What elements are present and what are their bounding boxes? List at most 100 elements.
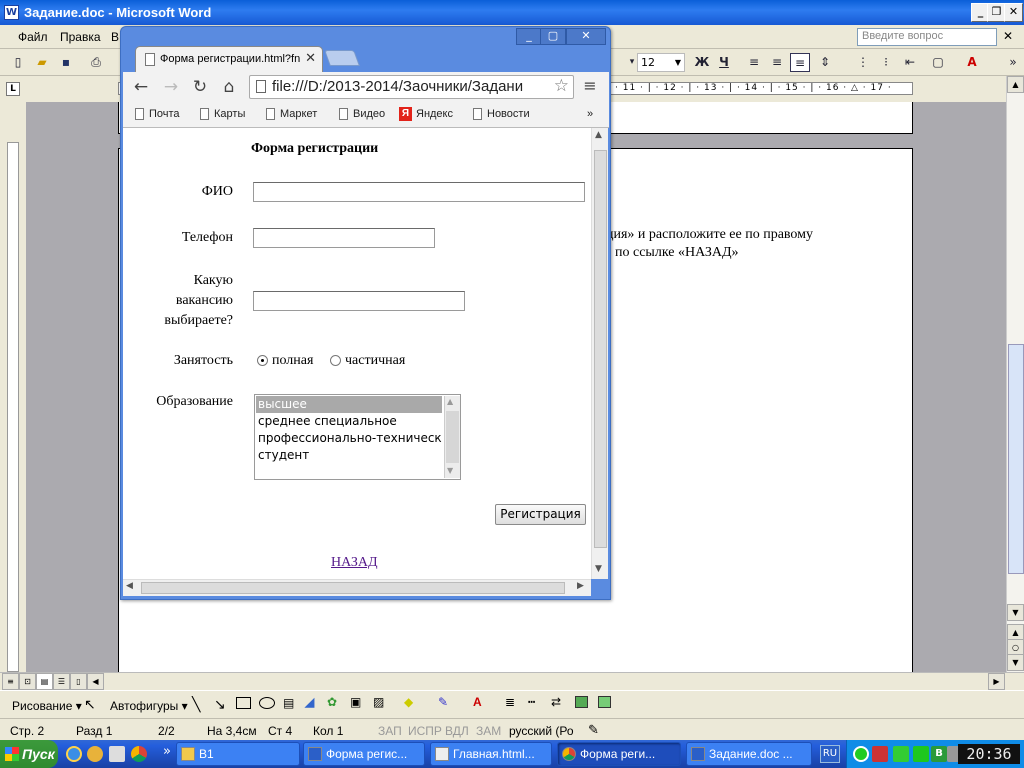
back-arrow-icon[interactable]: ← xyxy=(130,76,152,98)
status-track[interactable]: ИСПР xyxy=(408,724,442,738)
bookmark-item[interactable]: Карты xyxy=(200,108,245,120)
toolbar-options-icon[interactable]: » xyxy=(1003,53,1023,72)
listbox-scroll-thumb[interactable] xyxy=(446,411,459,463)
close-button[interactable]: ✕ xyxy=(1004,3,1023,22)
address-bar[interactable]: file:///D:/2013-2014/Заочники/Задани ☆ xyxy=(249,75,574,99)
tab-close-icon[interactable]: ✕ xyxy=(305,51,316,66)
wordart-icon[interactable]: ◢ xyxy=(305,695,314,709)
status-extend[interactable]: ВДЛ xyxy=(445,724,469,738)
menu-file[interactable]: Файл xyxy=(18,30,48,44)
listbox-scroll-up-icon[interactable]: ▲ xyxy=(447,397,453,406)
web-view-icon[interactable]: ⊡ xyxy=(19,673,36,690)
bookmark-item[interactable]: Видео xyxy=(339,108,385,120)
status-record[interactable]: ЗАП xyxy=(378,724,402,738)
word-title-bar[interactable]: W Задание.doc - Microsoft Word _ ❐ ✕ xyxy=(0,0,1024,25)
quicklaunch-more-icon[interactable]: » xyxy=(163,744,171,759)
browser-tab[interactable]: Форма регистрации.html?fn ✕ xyxy=(135,46,323,72)
line-color-icon[interactable]: ✎ xyxy=(438,695,448,709)
border-icon[interactable]: ▢ xyxy=(928,53,948,72)
chrome-quicklaunch-icon[interactable] xyxy=(131,746,147,762)
drawing-menu[interactable]: Рисование ▾ xyxy=(12,699,82,713)
autoshapes-menu[interactable]: Автофигуры ▾ xyxy=(110,699,188,713)
next-page-icon[interactable]: ▼ xyxy=(1007,654,1024,671)
new-tab-button[interactable] xyxy=(324,50,360,66)
taskbar-item-notepad[interactable]: Главная.html... xyxy=(430,742,552,766)
arrow-style-icon[interactable]: ⇄ xyxy=(551,695,561,709)
listbox-scroll-down-icon[interactable]: ▼ xyxy=(447,466,453,475)
bookmark-item[interactable]: Маркет xyxy=(266,108,317,120)
bold-button[interactable]: Ж xyxy=(692,53,712,72)
underline-button[interactable]: Ч xyxy=(714,53,734,72)
word-vertical-scrollbar[interactable]: ▲ ▼ ▲ ○ ▼ xyxy=(1006,76,1024,672)
tray-app-icon[interactable] xyxy=(913,746,929,762)
education-option-higher[interactable]: высшее xyxy=(256,396,442,413)
menu-view[interactable]: В xyxy=(111,30,119,44)
forward-arrow-icon[interactable]: → xyxy=(160,76,182,98)
tray-volume-icon[interactable] xyxy=(872,746,888,762)
print-icon[interactable]: ⎙ xyxy=(86,53,106,72)
scroll-down-icon[interactable]: ▼ xyxy=(1007,604,1024,621)
line-tool-icon[interactable]: ╲ xyxy=(192,696,200,713)
education-option-student[interactable]: студент xyxy=(256,447,442,464)
bookmark-item[interactable]: Почта xyxy=(135,108,180,120)
insert-picture-icon[interactable]: ▨ xyxy=(373,695,384,709)
decrease-indent-icon[interactable]: ⇤ xyxy=(900,53,920,72)
text-color-icon[interactable]: A xyxy=(473,695,482,709)
ie-icon[interactable] xyxy=(66,746,82,762)
chrome-minimize-button[interactable]: _ xyxy=(516,28,542,45)
radio-part-time[interactable] xyxy=(330,355,341,366)
tray-antivirus-icon[interactable] xyxy=(853,746,869,762)
bookmark-item[interactable]: Я Яндекс xyxy=(399,107,453,121)
page-vertical-scrollbar[interactable]: ▲ ▼ xyxy=(591,128,608,579)
line-style-icon[interactable]: ≣ xyxy=(505,695,515,709)
arrow-tool-icon[interactable]: ↘ xyxy=(214,696,226,713)
register-button[interactable]: Регистрация xyxy=(495,504,586,525)
reading-view-icon[interactable]: ▯ xyxy=(70,673,87,690)
oval-tool-icon[interactable] xyxy=(259,697,275,709)
normal-view-icon[interactable]: ≡ xyxy=(2,673,19,690)
shadow-style-icon[interactable] xyxy=(575,696,588,708)
justify-icon[interactable]: ≡ xyxy=(790,53,810,72)
media-player-icon[interactable] xyxy=(87,746,103,762)
tray-network-icon[interactable] xyxy=(893,746,909,762)
tab-stop-selector[interactable]: L xyxy=(6,82,20,96)
menu-edit[interactable]: Правка xyxy=(60,30,101,44)
clipart-icon[interactable]: ▣ xyxy=(350,695,361,709)
outline-view-icon[interactable]: ☰ xyxy=(53,673,70,690)
word-horizontal-scrollbar[interactable]: ≡ ⊡ ▤ ☰ ▯ ◀ ▶ xyxy=(0,672,1024,690)
line-spacing-icon[interactable]: ⇕ xyxy=(815,53,835,72)
taskbar-item-word-form[interactable]: Форма регис... xyxy=(303,742,425,766)
vacancy-input[interactable] xyxy=(253,291,465,311)
start-button[interactable]: Пуск xyxy=(0,740,58,768)
tray-b-icon[interactable]: В xyxy=(931,746,947,762)
chrome-maximize-button[interactable]: ▢ xyxy=(540,28,566,45)
close-document-icon[interactable]: ✕ xyxy=(1003,29,1013,43)
chrome-close-button[interactable]: ✕ xyxy=(566,28,606,45)
education-listbox[interactable]: высшее среднее специальное профессиональ… xyxy=(254,394,461,480)
outlook-icon[interactable] xyxy=(109,746,125,762)
language-indicator[interactable]: RU xyxy=(820,745,840,763)
align-left-icon[interactable]: ≡ xyxy=(744,53,764,72)
taskbar-item-chrome[interactable]: Форма реги... xyxy=(557,742,681,766)
radio-full-time[interactable] xyxy=(257,355,268,366)
bookmarks-more-icon[interactable]: » xyxy=(587,108,593,120)
phone-input[interactable] xyxy=(253,228,435,248)
textbox-tool-icon[interactable]: ▤ xyxy=(283,696,294,710)
chrome-menu-icon[interactable]: ≡ xyxy=(582,78,598,94)
vertical-ruler-strip[interactable] xyxy=(7,142,19,672)
3d-style-icon[interactable] xyxy=(598,696,611,708)
select-objects-icon[interactable]: ↖ xyxy=(84,696,96,713)
font-size-box[interactable]: 12 ▼ xyxy=(637,53,685,72)
dash-style-icon[interactable]: ┅ xyxy=(528,695,535,709)
home-icon[interactable]: ⌂ xyxy=(218,76,240,98)
taskbar-item-folder[interactable]: В1 xyxy=(176,742,300,766)
diagram-icon[interactable]: ✿ xyxy=(327,695,337,709)
education-option-vocational[interactable]: профессионально-техническое xyxy=(256,430,442,447)
page-hscroll-thumb[interactable] xyxy=(141,582,565,594)
font-color-icon[interactable]: A xyxy=(962,53,982,72)
reload-icon[interactable]: ↻ xyxy=(189,76,211,98)
page-horizontal-scrollbar[interactable]: ◀ ▶ xyxy=(123,579,591,596)
fio-input[interactable] xyxy=(253,182,585,202)
education-option-secondary[interactable]: среднее специальное xyxy=(256,413,442,430)
align-center-icon[interactable]: ≡ xyxy=(767,53,787,72)
